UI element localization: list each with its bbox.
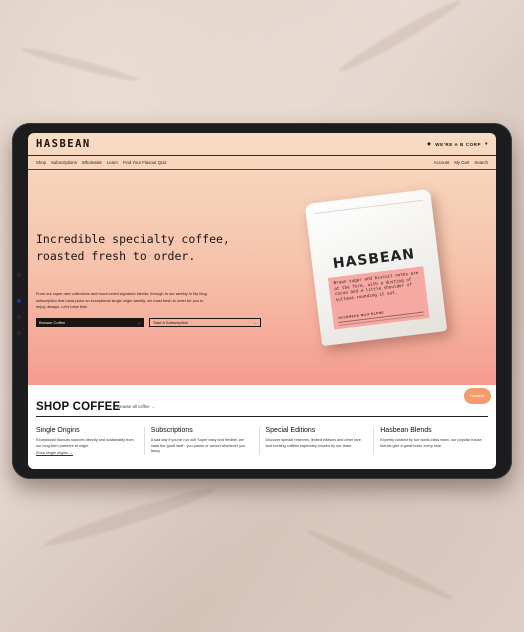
bcorp-icon: ◆ bbox=[427, 141, 432, 146]
bcorp-label: WE'RE A B CORP bbox=[435, 141, 482, 147]
nav-item-account[interactable]: Account bbox=[434, 160, 450, 165]
category-title: Subscriptions bbox=[150, 427, 193, 434]
category-special-editions[interactable]: Special Editions Discover special reserv… bbox=[258, 427, 374, 456]
category-hasbean-blends[interactable]: Hasbean Blends Expertly curated by our w… bbox=[373, 427, 488, 456]
site-logo[interactable]: HASBEAN bbox=[36, 138, 91, 150]
browse-coffee-label: Browse Coffee bbox=[39, 320, 66, 325]
nav-item-search[interactable]: Search bbox=[474, 160, 488, 165]
rewards-button[interactable]: Rewards bbox=[464, 388, 491, 404]
category-text: Exceptional flavours sourced directly an… bbox=[36, 438, 134, 448]
nav-item-wholesale[interactable]: Wholesale bbox=[82, 160, 102, 165]
bcorp-badge[interactable]: ◆ WE'RE A B CORP ▾ bbox=[427, 141, 488, 147]
start-subscription-label: Start A Subscription bbox=[153, 320, 188, 325]
nav-item-quiz[interactable]: Find Your Flavour Quiz bbox=[123, 160, 167, 165]
category-text: Expertly curated by our world-class team… bbox=[380, 438, 482, 448]
category-text: Discover special reserves, limited editi… bbox=[265, 438, 361, 448]
category-subscriptions[interactable]: Subscriptions A sad day if you've run ou… bbox=[143, 427, 259, 456]
hero-title: Incredible specialty coffee, roasted fre… bbox=[36, 232, 230, 263]
nav-item-shop[interactable]: Shop bbox=[36, 160, 46, 165]
shop-title: SHOP COFFEE bbox=[36, 401, 121, 413]
browser-viewport: HASBEAN ◆ WE'RE A B CORP ▾ Shop Subscrip… bbox=[28, 133, 496, 469]
nav-right: Account My Cart Search bbox=[434, 160, 488, 165]
shop-coffee-section: SHOP COFFEE Browse all coffee → Rewards … bbox=[28, 385, 496, 469]
start-subscription-button[interactable]: Start A Subscription → bbox=[149, 318, 261, 327]
category-title: Special Editions bbox=[265, 427, 316, 434]
category-title: Hasbean Blends bbox=[380, 427, 432, 434]
chevron-down-icon: ▾ bbox=[485, 141, 488, 146]
sensor-dot bbox=[17, 299, 21, 303]
category-text: A sad day if you've run out! Super easy … bbox=[150, 438, 246, 454]
nav-item-subscriptions[interactable]: Subscriptions bbox=[51, 160, 77, 165]
camera-dot bbox=[17, 273, 21, 277]
camera-dot bbox=[17, 331, 21, 335]
coffee-bag-image: HASBEAN Brown sugar and biscuit notes ar… bbox=[304, 188, 448, 347]
main-navigation: Shop Subscriptions Wholesale Learn Find … bbox=[28, 156, 496, 170]
camera-dot bbox=[17, 315, 21, 319]
category-columns: Single Origins Exceptional flavours sour… bbox=[36, 427, 488, 456]
category-title: Single Origins bbox=[36, 427, 80, 434]
divider bbox=[36, 416, 488, 417]
arrow-right-icon: → bbox=[137, 320, 141, 325]
nav-item-cart[interactable]: My Cart bbox=[454, 160, 469, 165]
category-single-origins[interactable]: Single Origins Exceptional flavours sour… bbox=[36, 427, 144, 455]
nav-item-learn[interactable]: Learn bbox=[107, 160, 118, 165]
tablet-frame: HASBEAN ◆ WE'RE A B CORP ▾ Shop Subscrip… bbox=[12, 123, 512, 479]
browse-coffee-button[interactable]: Browse Coffee → bbox=[36, 318, 144, 327]
nav-left: Shop Subscriptions Wholesale Learn Find … bbox=[36, 160, 167, 165]
arrow-right-icon: → bbox=[253, 320, 257, 325]
site-header: HASBEAN ◆ WE'RE A B CORP ▾ bbox=[28, 133, 496, 156]
category-link[interactable]: Shop single origins → bbox=[36, 451, 138, 455]
browse-all-coffee-link[interactable]: Browse all coffee → bbox=[117, 404, 155, 409]
hero-description: From our super rare collections and much… bbox=[36, 291, 207, 309]
bag-tasting-notes: Brown sugar and biscuit notes are at the… bbox=[333, 270, 419, 303]
